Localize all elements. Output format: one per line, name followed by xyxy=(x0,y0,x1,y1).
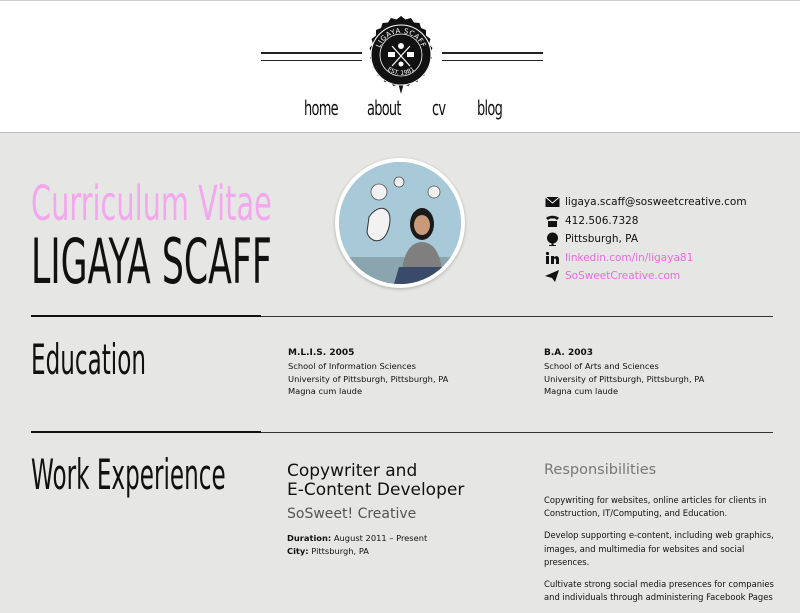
contact-email[interactable]: ligaya.scaff@sosweetcreative.com xyxy=(545,193,785,212)
contact-location: Pittsburgh, PA xyxy=(545,230,785,249)
logo-rule-left xyxy=(261,52,362,61)
education-rule-thick xyxy=(31,315,261,317)
contact-website-link[interactable]: SoSweetCreative.com xyxy=(565,270,680,282)
nav-about[interactable]: about xyxy=(367,96,402,120)
education-university: University of Pittsburgh, Pittsburgh, PA xyxy=(544,373,705,384)
logo-rule-right xyxy=(442,52,543,61)
nav-cv[interactable]: cv xyxy=(432,96,446,120)
globe-icon xyxy=(547,232,558,246)
contact-linkedin[interactable]: linkedin.com/in/ligaya81 xyxy=(545,249,785,268)
nav-blog[interactable]: blog xyxy=(477,96,503,120)
education-school: School of Information Sciences xyxy=(288,360,416,371)
contact-location-text: Pittsburgh, PA xyxy=(565,233,639,245)
responsibilities-title: Responsibilities xyxy=(544,462,657,478)
job-meta: Duration: August 2011 – Present City: Pi… xyxy=(287,532,427,558)
work-title: Work Experience xyxy=(31,450,226,499)
contact-email-text: ligaya.scaff@sosweetcreative.com xyxy=(565,196,747,208)
job-title-line2: E-Content Developer xyxy=(287,480,465,500)
responsibility-item: Cultivate strong social media presences … xyxy=(544,579,774,603)
paper-plane-icon xyxy=(545,270,559,282)
contact-linkedin-link[interactable]: linkedin.com/in/ligaya81 xyxy=(565,252,693,264)
responsibility-item: Develop supporting e-content, including … xyxy=(544,530,774,567)
education-honors: Magna cum laude xyxy=(288,386,363,397)
education-degree: B.A. 2003 xyxy=(544,348,594,358)
profile-photo-frame xyxy=(335,158,465,288)
education-university: University of Pittsburgh, Pittsburgh, PA xyxy=(288,373,449,384)
education-title: Education xyxy=(31,335,147,384)
contact-website[interactable]: SoSweetCreative.com xyxy=(545,267,785,286)
duration-label: Duration: xyxy=(287,533,332,543)
job-title-line1: Copywriter and xyxy=(287,461,418,481)
work-rule-thick xyxy=(31,431,261,433)
city-value: Pittsburgh, PA xyxy=(311,546,369,556)
education-entry: B.A. 2003 School of Arts and Sciences Un… xyxy=(544,347,704,398)
responsibility-item: Copywriting for websites, online article… xyxy=(544,495,767,519)
mail-icon xyxy=(545,196,560,207)
education-rule-thin xyxy=(261,316,773,317)
work-rule-thin xyxy=(261,432,773,433)
responsibilities-list: Copywriting for websites, online article… xyxy=(544,494,774,613)
contact-phone-text: 412.506.7328 xyxy=(565,214,639,227)
nav-home[interactable]: home xyxy=(304,96,339,120)
education-school: School of Arts and Sciences xyxy=(544,360,659,371)
education-degree: M.L.I.S. 2005 xyxy=(288,348,355,358)
phone-icon xyxy=(546,215,559,227)
profile-photo xyxy=(339,162,461,284)
job-title: Copywriter and E-Content Developer xyxy=(287,462,464,500)
linkedin-icon xyxy=(545,251,559,264)
contact-list: ligaya.scaff@sosweetcreative.com 412.506… xyxy=(545,193,785,286)
education-entry: M.L.I.S. 2005 School of Information Scie… xyxy=(288,347,448,398)
logo-badge[interactable]: LIGAYA SCAFF EST. 1981 xyxy=(362,16,440,94)
cv-label: Curriculum Vitae xyxy=(31,176,272,232)
job-company: SoSweet! Creative xyxy=(287,506,417,522)
site-header: LIGAYA SCAFF EST. 1981 home about cv blo… xyxy=(0,0,800,133)
main-nav: home about cv blog xyxy=(0,96,800,126)
city-label: City: xyxy=(287,546,309,556)
education-honors: Magna cum laude xyxy=(544,386,619,397)
duration-value: August 2011 – Present xyxy=(333,533,428,543)
contact-phone: 412.506.7328 xyxy=(545,212,785,231)
person-name: LIGAYA SCAFF xyxy=(31,225,272,298)
